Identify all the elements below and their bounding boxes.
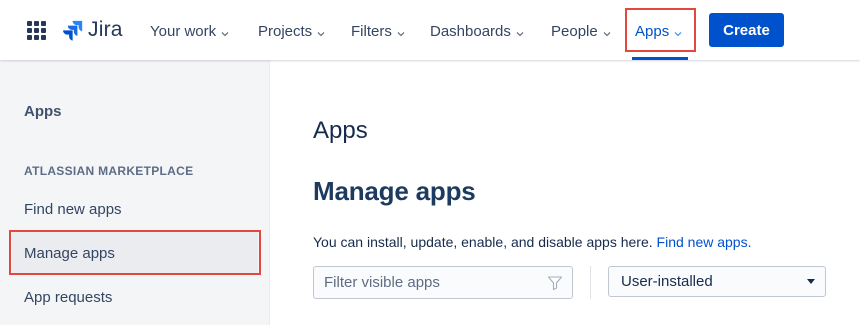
- top-navigation: Jira Your work Projects Filters Dashboar…: [0, 0, 860, 60]
- sidebar-section-label: ATLASSIAN MARKETPLACE: [24, 164, 194, 178]
- page-subtitle: Manage apps: [313, 176, 476, 206]
- nav-your-work[interactable]: Your work: [150, 20, 230, 42]
- chevron-down-icon: [220, 26, 230, 37]
- jira-logo[interactable]: Jira: [62, 17, 123, 43]
- nav-people[interactable]: People: [551, 20, 612, 42]
- page-title: Apps: [313, 117, 368, 144]
- nav-people-label: People: [551, 22, 598, 40]
- main-content: Apps Manage apps You can install, update…: [270, 60, 860, 325]
- chevron-down-icon: [316, 26, 326, 37]
- active-tab-underline: [632, 57, 688, 60]
- app-type-select-value: User-installed: [621, 273, 713, 290]
- app-type-select[interactable]: User-installed: [608, 266, 826, 297]
- nav-projects-label: Projects: [258, 22, 313, 40]
- sidebar: Apps ATLASSIAN MARKETPLACE Find new apps…: [0, 60, 270, 325]
- filter-divider: [590, 266, 591, 299]
- logo-text: Jira: [88, 18, 123, 41]
- create-button[interactable]: Create: [709, 13, 784, 47]
- nav-filters[interactable]: Filters: [351, 20, 406, 42]
- find-new-apps-link[interactable]: Find new apps.: [657, 234, 752, 250]
- description-text: You can install, update, enable, and dis…: [313, 234, 653, 250]
- sidebar-title: Apps: [24, 103, 62, 120]
- nav-dashboards-label: Dashboards: [430, 22, 511, 40]
- nav-your-work-label: Your work: [150, 22, 217, 40]
- description: You can install, update, enable, and dis…: [313, 234, 751, 250]
- nav-filters-label: Filters: [351, 22, 392, 40]
- apps-highlight-box: [625, 8, 696, 52]
- sidebar-item-app-requests[interactable]: App requests: [12, 276, 258, 318]
- filter-funnel-icon: [547, 276, 563, 291]
- nav-dashboards[interactable]: Dashboards: [430, 20, 525, 42]
- sidebar-item-find-new-apps[interactable]: Find new apps: [12, 188, 258, 230]
- filter-apps-input[interactable]: [324, 274, 534, 291]
- manage-apps-highlight-box: [9, 230, 261, 275]
- caret-down-icon: [807, 279, 815, 284]
- jira-logo-icon: [63, 20, 83, 41]
- chevron-down-icon: [396, 26, 406, 37]
- filter-apps-field[interactable]: [313, 266, 573, 299]
- chevron-down-icon: [602, 26, 612, 37]
- chevron-down-icon: [515, 26, 525, 37]
- nav-projects[interactable]: Projects: [258, 20, 326, 42]
- app-switcher-icon[interactable]: [27, 21, 46, 40]
